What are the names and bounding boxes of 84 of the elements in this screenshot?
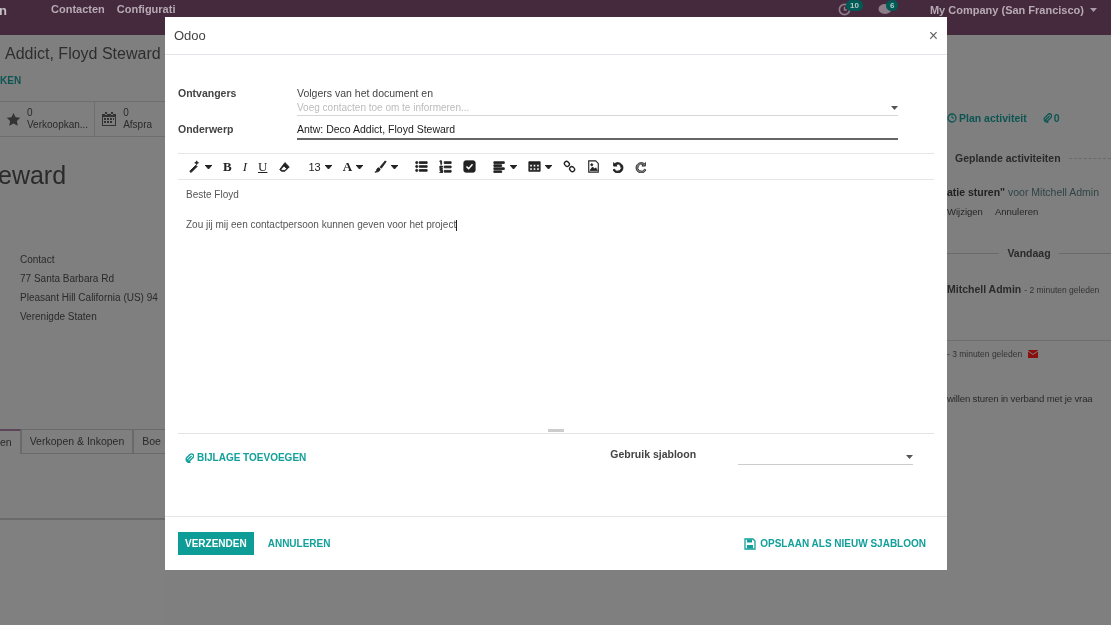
clock-icon (947, 113, 957, 123)
envelope-icon (1028, 350, 1039, 358)
address-line: 77 Santa Barbara Rd (20, 272, 115, 286)
dropdown-caret-icon (891, 105, 898, 110)
stat-button[interactable]: 0 Afspra (95, 102, 159, 136)
align-tool-button[interactable] (493, 160, 518, 173)
save-template-button[interactable]: OPSLAAN ALS NIEUW SJABLOON (744, 537, 926, 550)
eraser-tool-button[interactable] (278, 160, 292, 173)
message-paragraph: Zou jij mij een contactpersoon kunnen geven voor het project (186, 219, 459, 231)
activity-count-badge: 10 (845, 0, 863, 11)
activity-clock-icon[interactable] (837, 3, 851, 16)
form-tab[interactable]: en (0, 429, 21, 454)
table-icon (528, 161, 541, 172)
message-editor[interactable]: Beste Floyd Zou jij mij een contactpersoon kunnen geven voor het project (178, 180, 934, 434)
activity-summary: atie sturen" voor Mitchell Admin (947, 186, 1101, 198)
close-button[interactable]: × (928, 26, 938, 45)
menu-item[interactable]: Configurati (116, 3, 176, 15)
activity-action-link[interactable]: Annuleren (994, 206, 1039, 217)
dropdown-caret-icon (906, 455, 914, 459)
send-button[interactable]: VERZENDEN (178, 532, 254, 555)
align-left-icon (493, 161, 505, 173)
message-time: - 3 minuten geleden (947, 349, 1023, 359)
bold-tool-button[interactable]: B (223, 158, 232, 175)
address-line: Contact (20, 253, 56, 267)
stat-text: 0 Verkoopkan... (27, 107, 89, 131)
plan-activity-link[interactable]: Plan activiteit (947, 112, 1027, 124)
redo-tool-button[interactable] (635, 160, 649, 173)
redo-icon (635, 162, 647, 173)
calendar-icon (101, 111, 118, 127)
message-author: Mitchell Admin (947, 283, 1022, 295)
company-switcher[interactable]: My Company (San Francisco) (929, 4, 1097, 16)
action-link[interactable]: KEN (0, 75, 165, 86)
checklist-icon (463, 160, 476, 173)
ol-tool-button[interactable] (439, 160, 453, 173)
date-separator: Vandaag (1007, 247, 1051, 259)
italic-tool-button[interactable]: I (242, 158, 247, 175)
message-paragraph: Beste Floyd (186, 189, 240, 200)
field-label: Gebruik sjabloon (610, 448, 697, 460)
brush-icon (374, 160, 387, 173)
numbered-list-icon (439, 160, 452, 173)
ul-tool-button[interactable] (415, 160, 429, 173)
image-file-icon (588, 160, 599, 173)
stat-text: 0 Afspra (123, 107, 153, 131)
bullet-list-icon (415, 161, 428, 172)
section-heading: Geplande activiteiten (955, 152, 1061, 164)
address-line: Pleasant Hill California (US) 94 (20, 291, 159, 305)
checklist-tool-button[interactable] (463, 160, 477, 173)
paperclip-icon (1042, 113, 1052, 123)
color-tool-button[interactable]: A (342, 158, 364, 175)
dialog-title: Odoo (174, 28, 206, 43)
message-text: willen sturen in verband met je vraa (947, 393, 1094, 404)
recipients-field[interactable]: Voeg contacten toe om te informeren... (297, 102, 898, 113)
message-time: - 2 minuten geleden (1024, 285, 1100, 295)
caret-icon (1090, 8, 1097, 12)
brush-tool-button[interactable] (374, 160, 399, 173)
form-tab[interactable]: Verkopen & Inkopen (20, 429, 134, 453)
attachments-link[interactable]: 0 (1042, 112, 1060, 124)
menu-item[interactable]: Contacten (51, 3, 105, 15)
image-tool-button[interactable] (587, 160, 601, 173)
stat-button[interactable]: 0 Verkoopkan... (0, 102, 96, 136)
cancel-button[interactable]: ANNULEREN (261, 538, 337, 549)
add-attachment-link[interactable]: BIJLAGE TOEVOEGEN (178, 452, 307, 463)
subject-field[interactable]: Antw: Deco Addict, Floyd Steward (297, 123, 898, 140)
eraser-icon (279, 162, 291, 172)
table-tool-button[interactable] (528, 160, 553, 173)
link-icon (563, 160, 577, 173)
recipients-text: Volgers van het document en (297, 87, 434, 99)
app-name[interactable]: n (0, 3, 51, 18)
size-tool-button[interactable]: 13 (308, 160, 332, 173)
underline-tool-button[interactable]: U (258, 158, 268, 175)
star-icon (6, 111, 21, 127)
field-label: Onderwerp (178, 123, 235, 137)
undo-icon (612, 162, 624, 173)
link-tool-button[interactable] (563, 160, 577, 173)
magic-tool-button[interactable] (188, 160, 212, 173)
paperclip-icon (185, 452, 194, 463)
message-count-badge: 6 (885, 0, 899, 11)
activity-action-link[interactable]: Wijzigen (947, 206, 983, 217)
address-line: Verenigde Staten (20, 310, 98, 324)
magic-wand-icon (189, 160, 199, 173)
floppy-disk-icon (744, 537, 757, 550)
breadcrumb[interactable]: Addict, Floyd Steward (5, 45, 165, 63)
undo-tool-button[interactable] (611, 160, 625, 173)
field-label: Ontvangers (178, 87, 238, 101)
